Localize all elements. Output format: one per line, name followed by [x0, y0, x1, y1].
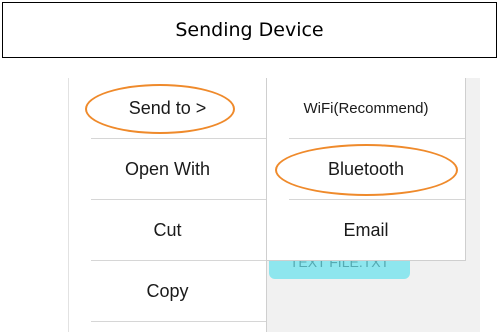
file-button-label: TEXT FILE.TXT [289, 261, 390, 270]
menu-item-label: Copy [146, 281, 189, 301]
menu-item-copy[interactable]: Copy [69, 261, 266, 322]
menu-item-send-to[interactable]: Send to > [69, 78, 266, 139]
menu-item-cut[interactable]: Cut [69, 200, 266, 261]
submenu-item-bluetooth[interactable]: Bluetooth [267, 139, 465, 200]
submenu-item-label: Email [343, 220, 389, 240]
file-button[interactable]: TEXT FILE.TXT [269, 261, 410, 279]
context-menu: Send to > Open With Cut Copy [68, 78, 267, 332]
submenu-item-wifi[interactable]: WiFi(Recommend) [267, 78, 465, 139]
menu-item-label: Open With [124, 159, 211, 179]
submenu-item-label: Bluetooth [327, 159, 405, 179]
page: Sending Device TEXT FILE.TXT Send to > O… [0, 0, 499, 332]
menu-item-open-with[interactable]: Open With [69, 139, 266, 200]
menu-item-label: Cut [153, 220, 182, 240]
phone-screen: TEXT FILE.TXT Send to > Open With Cut Co… [68, 78, 480, 332]
send-to-submenu: WiFi(Recommend) Bluetooth Email [267, 78, 466, 261]
submenu-item-label: WiFi(Recommend) [303, 100, 429, 117]
page-title: Sending Device [2, 2, 497, 58]
menu-item-label: Send to > [128, 98, 207, 118]
submenu-item-email[interactable]: Email [267, 200, 465, 261]
